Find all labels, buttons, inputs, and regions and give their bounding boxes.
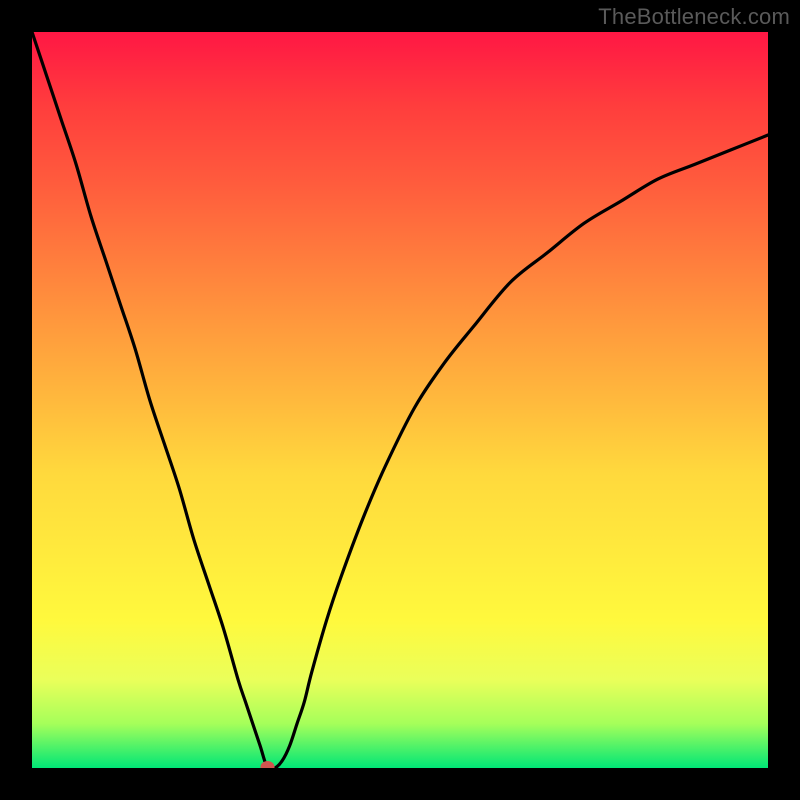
curve-path <box>32 32 768 768</box>
optimum-marker <box>261 761 275 768</box>
bottleneck-curve <box>32 32 768 768</box>
plot-area <box>32 32 768 768</box>
watermark-text: TheBottleneck.com <box>598 4 790 30</box>
chart-frame: TheBottleneck.com <box>0 0 800 800</box>
